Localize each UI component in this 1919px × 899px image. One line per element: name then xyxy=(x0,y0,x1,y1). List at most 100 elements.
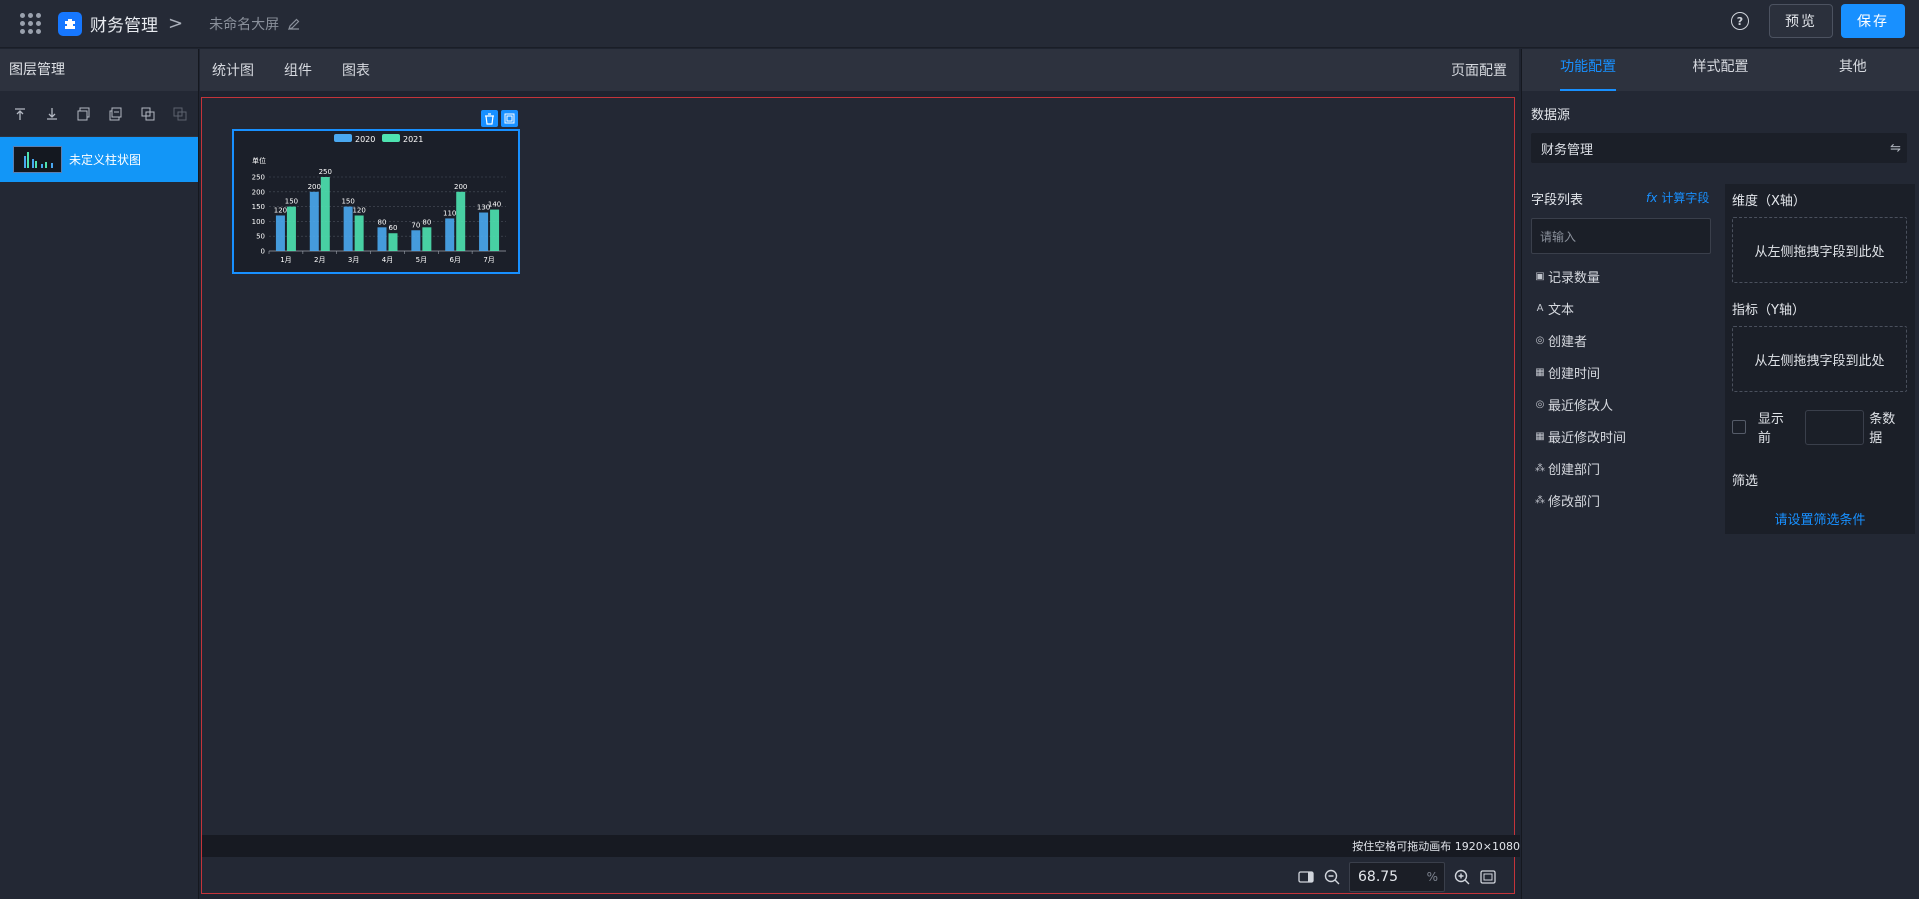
bar xyxy=(275,215,285,251)
field-item[interactable]: A 文本 xyxy=(1531,292,1711,324)
topn-suffix: 条数据 xyxy=(1869,412,1896,446)
topn-row: 显示前 条数据 xyxy=(1732,408,1908,446)
field-item[interactable]: ⁂ 创建部门 xyxy=(1531,452,1711,484)
bar xyxy=(422,227,432,251)
datasource-label: 数据源 xyxy=(1531,108,1571,123)
dimension-label: 维度（X轴） xyxy=(1732,194,1806,209)
move-top-icon[interactable] xyxy=(12,106,28,122)
zoom-unit: % xyxy=(1426,870,1438,884)
help-icon[interactable]: ? xyxy=(1731,12,1749,30)
x-tick-label: 7月 xyxy=(483,256,494,264)
bar-chart: 2020 2021单位0501001502002501201501月2002502… xyxy=(252,134,506,264)
layer-panel: 图层管理 未定义柱状图 xyxy=(0,49,199,899)
layer-thumbnail xyxy=(13,146,62,173)
y-axis-label: 单位 xyxy=(252,156,266,165)
edit-icon[interactable] xyxy=(287,17,301,31)
zoom-in-icon[interactable] xyxy=(1453,868,1471,886)
count-icon: ▣ xyxy=(1535,270,1545,282)
data-label: 80 xyxy=(422,218,431,226)
tab-statistics[interactable]: 统计图 xyxy=(212,60,254,80)
tab-components[interactable]: 组件 xyxy=(284,60,312,80)
y-tick-label: 50 xyxy=(256,233,265,241)
data-label: 80 xyxy=(378,218,387,226)
tab-function-config[interactable]: 功能配置 xyxy=(1522,49,1654,91)
save-button[interactable]: 保存 xyxy=(1841,4,1905,38)
topn-input[interactable] xyxy=(1804,409,1865,445)
app-name[interactable]: 财务管理 xyxy=(90,11,158,36)
field-search-input[interactable]: 请输入 xyxy=(1531,218,1711,254)
bar xyxy=(479,212,489,251)
bar xyxy=(377,227,387,251)
top-actions: ? 预览 保存 xyxy=(1731,4,1905,38)
field-item[interactable]: ◎ 最近修改人 xyxy=(1531,388,1711,420)
tab-charts[interactable]: 图表 xyxy=(342,60,370,80)
fit-screen-icon[interactable] xyxy=(1479,868,1497,886)
layer-toolbar xyxy=(0,91,198,137)
canvas-hint: 按住空格可拖动画布 1920×1080 xyxy=(1352,840,1520,853)
page-config-button[interactable]: 页面配置 xyxy=(1451,60,1507,80)
group-icon[interactable] xyxy=(172,106,188,122)
field-item[interactable]: ▦ 创建时间 xyxy=(1531,356,1711,388)
copy-icon[interactable] xyxy=(140,106,156,122)
data-label: 200 xyxy=(454,183,467,191)
legend-swatch xyxy=(382,134,400,142)
bar-chart-widget[interactable]: 2020 2021 单位 0 50 100 150 200 250 120 150 1月 200 250 2… xyxy=(232,129,520,274)
move-up-icon[interactable] xyxy=(76,106,92,122)
zoom-input[interactable]: 68.75 % xyxy=(1349,862,1445,892)
zoom-value: 68.75 xyxy=(1358,869,1399,885)
bar xyxy=(343,206,353,251)
dimension-drop-zone[interactable]: 从左侧拖拽字段到此处 xyxy=(1732,217,1907,283)
filter-label: 筛选 xyxy=(1732,474,1759,489)
layer-item[interactable]: 未定义柱状图 xyxy=(0,137,198,182)
toggle-panel-icon[interactable] xyxy=(1297,868,1315,886)
component-tabs: 统计图 组件 图表 页面配置 xyxy=(200,49,1519,91)
filter-link[interactable]: 请设置筛选条件 xyxy=(1732,509,1908,528)
app-logo-icon xyxy=(58,11,82,36)
preview-button[interactable]: 预览 xyxy=(1769,4,1833,38)
legend-label: 2020 xyxy=(355,135,375,144)
switch-icon[interactable]: ⇋ xyxy=(1890,141,1901,156)
move-down-icon[interactable] xyxy=(108,106,124,122)
widget-actions xyxy=(481,110,518,127)
legend-swatch xyxy=(334,134,352,142)
bar xyxy=(388,233,398,251)
legend-label: 2021 xyxy=(403,135,423,144)
y-tick-label: 250 xyxy=(252,174,265,182)
field-list-panel: 字段列表 fx 计算字段 请输入 ▣ 记录数量 A 文本 ◎ 创建者 ▦ 创建时间 ◎ 最近… xyxy=(1531,189,1711,516)
bar xyxy=(490,209,500,251)
x-tick-label: 4月 xyxy=(382,256,393,264)
zoom-out-icon[interactable] xyxy=(1323,868,1341,886)
topn-checkbox[interactable] xyxy=(1732,420,1746,434)
calc-field-button[interactable]: fx 计算字段 xyxy=(1646,189,1709,206)
metric-label: 指标（Y轴） xyxy=(1732,303,1805,318)
datasource-select[interactable]: 财务管理 ⇋ xyxy=(1531,133,1907,163)
field-item[interactable]: ▣ 记录数量 xyxy=(1531,260,1711,292)
x-tick-label: 1月 xyxy=(280,256,291,264)
datasource-value: 财务管理 xyxy=(1541,142,1594,158)
data-label: 250 xyxy=(319,168,332,176)
field-item[interactable]: ▦ 最近修改时间 xyxy=(1531,420,1711,452)
layer-name: 未定义柱状图 xyxy=(69,153,142,167)
x-tick-label: 6月 xyxy=(449,256,460,264)
move-bottom-icon[interactable] xyxy=(44,106,60,122)
tab-other[interactable]: 其他 xyxy=(1787,49,1919,91)
apps-grid-icon[interactable] xyxy=(18,12,42,36)
org-icon: ⁂ xyxy=(1535,494,1545,506)
bar xyxy=(309,191,319,251)
delete-icon[interactable] xyxy=(481,110,498,127)
y-tick-label: 100 xyxy=(252,218,265,226)
x-tick-label: 3月 xyxy=(348,256,359,264)
field-item[interactable]: ◎ 创建者 xyxy=(1531,324,1711,356)
y-tick-label: 150 xyxy=(252,203,265,211)
bar xyxy=(445,218,455,251)
metric-drop-zone[interactable]: 从左侧拖拽字段到此处 xyxy=(1732,326,1907,392)
y-tick-label: 200 xyxy=(252,188,265,196)
text-icon: A xyxy=(1536,302,1544,314)
field-item[interactable]: ⁂ 修改部门 xyxy=(1531,484,1711,516)
bar xyxy=(320,177,330,251)
data-label: 110 xyxy=(443,209,456,217)
tab-style-config[interactable]: 样式配置 xyxy=(1654,49,1786,91)
copy-widget-icon[interactable] xyxy=(501,110,518,127)
top-bar: 财务管理 > 未命名大屏 ? 预览 保存 xyxy=(0,0,1919,48)
bar xyxy=(354,215,364,251)
